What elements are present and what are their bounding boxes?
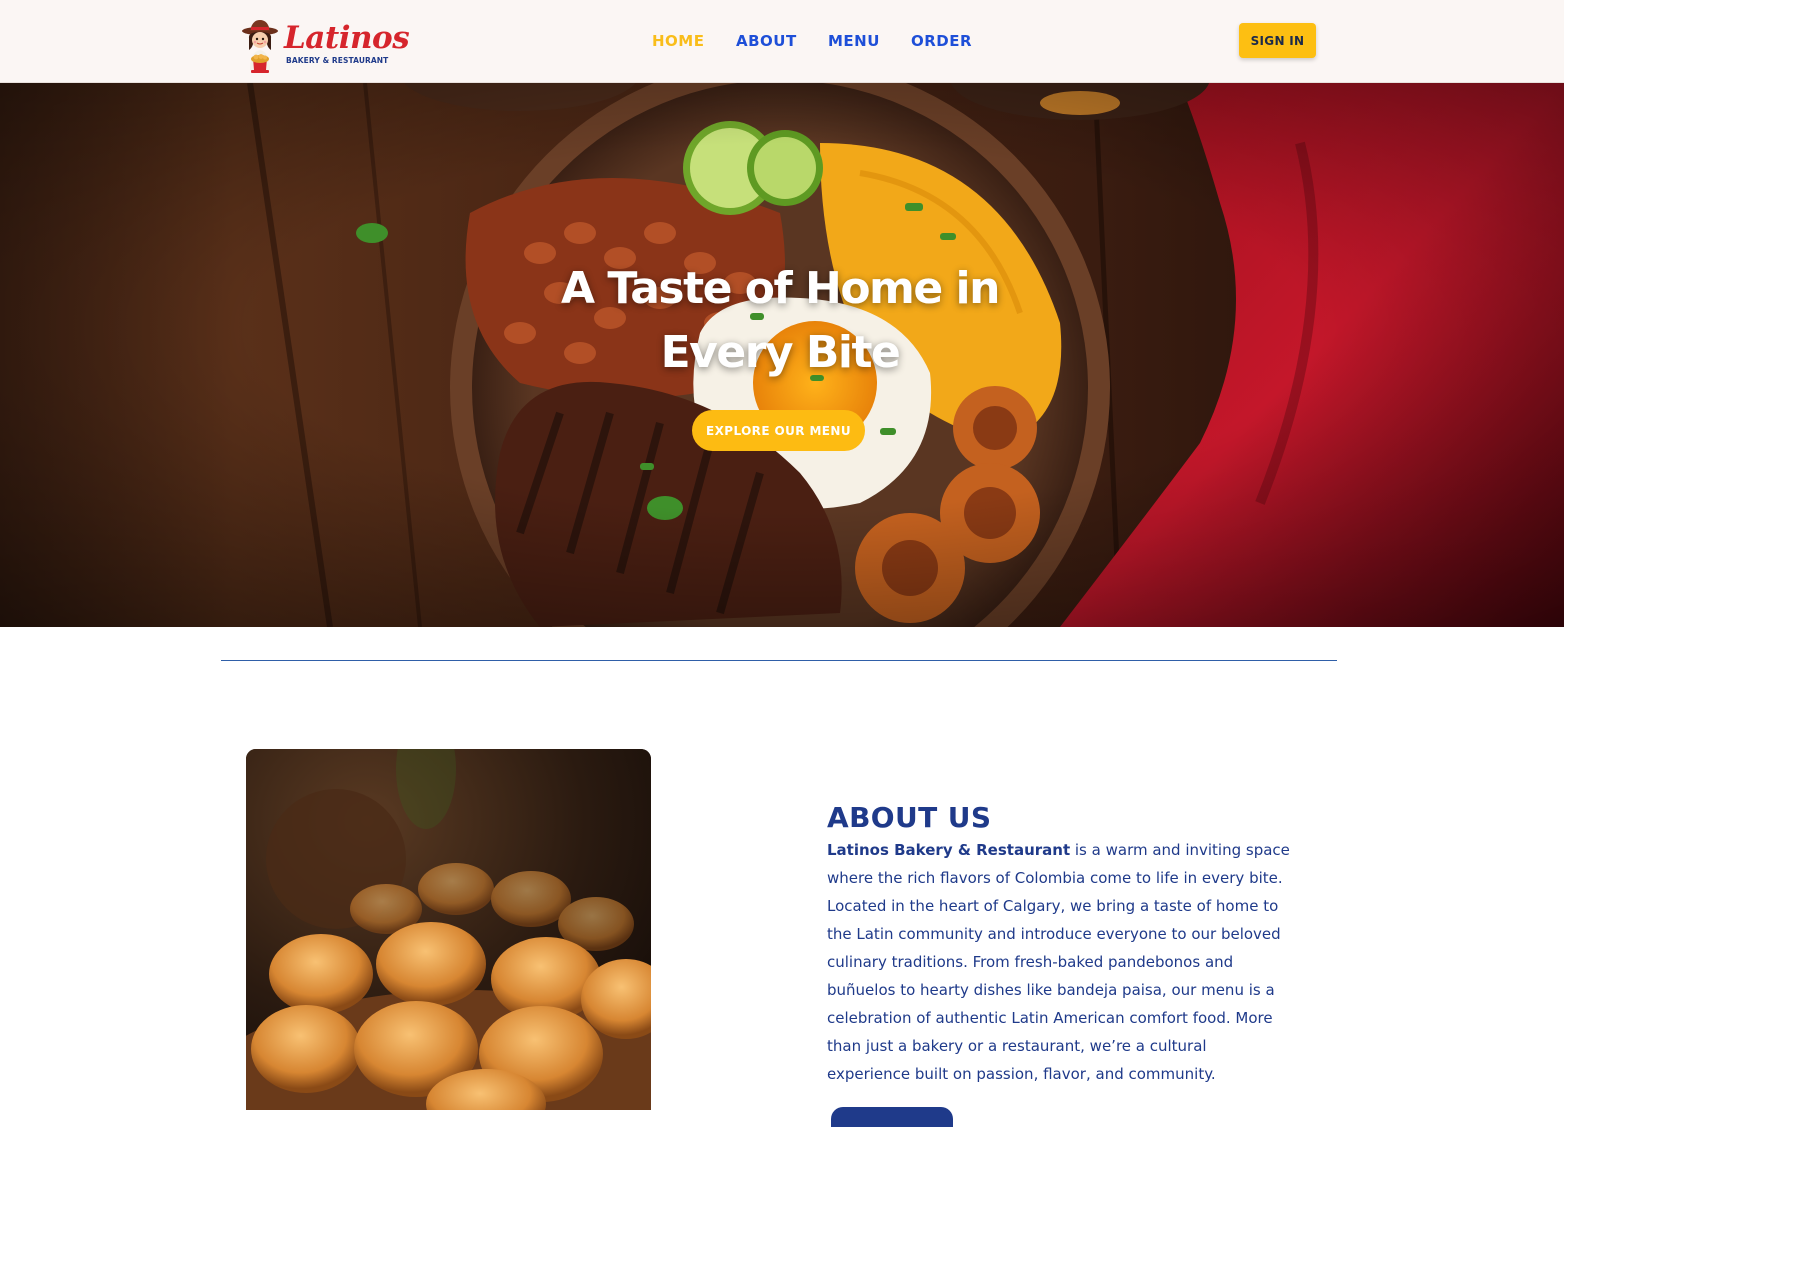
about-paragraph: Latinos Bakery & Restaurant is a warm an… <box>827 836 1293 1088</box>
site-logo[interactable]: Latinos BAKERY & RESTAURANT <box>240 18 410 74</box>
logo-subtitle: BAKERY & RESTAURANT <box>286 56 389 65</box>
about-read-more-button[interactable] <box>831 1107 953 1127</box>
sign-in-button[interactable]: SIGN IN <box>1239 23 1316 58</box>
logo-wordmark: Latinos <box>284 20 410 56</box>
cowgirl-baker-mascot-icon <box>242 20 278 73</box>
bread-rolls-illustration <box>246 749 651 1110</box>
nav-about[interactable]: ABOUT <box>736 29 797 53</box>
bread-rolls-image <box>246 749 651 1110</box>
explore-menu-button[interactable]: EXPLORE OUR MENU <box>692 410 865 451</box>
hero-title: A Taste of Home in Every Bite <box>480 257 1080 385</box>
nav-menu[interactable]: MENU <box>828 29 880 53</box>
nav-home[interactable]: HOME <box>652 29 704 53</box>
section-divider <box>221 660 1337 661</box>
hero-banner: A Taste of Home in Every Bite EXPLORE OU… <box>0 83 1564 627</box>
site-header: Latinos BAKERY & RESTAURANT HOME ABOUT M… <box>0 0 1564 83</box>
about-heading: ABOUT US <box>827 801 992 834</box>
about-brand-name: Latinos Bakery & Restaurant <box>827 841 1071 859</box>
nav-order[interactable]: ORDER <box>911 29 972 53</box>
hero-title-line1: A Taste of Home in <box>561 263 1000 314</box>
hero-title-line2: Every Bite <box>660 327 901 378</box>
about-body-text: is a warm and inviting space where the r… <box>827 841 1290 1083</box>
